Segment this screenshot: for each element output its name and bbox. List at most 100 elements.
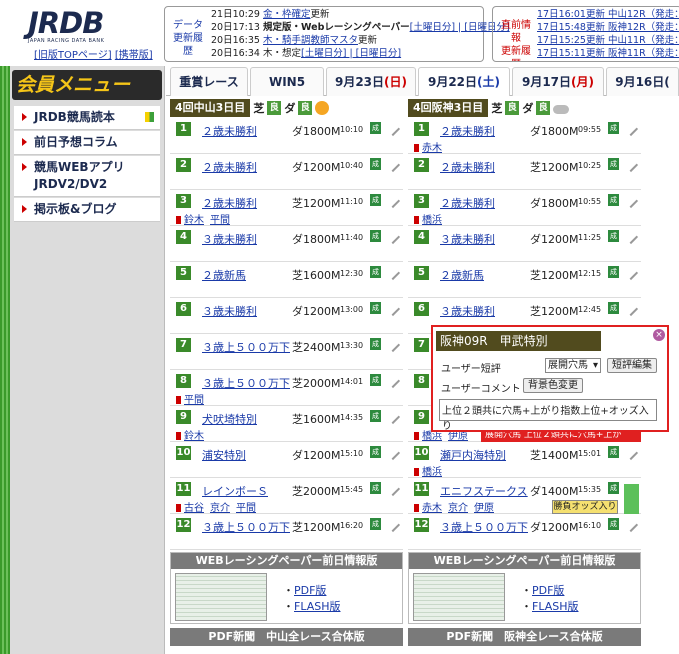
pencil-icon[interactable] bbox=[385, 229, 401, 245]
seiseki-icon[interactable]: 成 bbox=[370, 230, 381, 242]
seiseki-icon[interactable]: 成 bbox=[608, 194, 619, 206]
jockey-link[interactable]: 平間 bbox=[184, 395, 204, 406]
jockey-link[interactable]: 古谷 bbox=[184, 503, 204, 514]
pencil-icon[interactable] bbox=[385, 121, 401, 137]
tab-sep17[interactable]: 9月17日(月) bbox=[512, 67, 604, 96]
race-name-link[interactable]: ３歳未勝利 bbox=[440, 231, 495, 247]
seiseki-icon[interactable]: 成 bbox=[370, 518, 381, 530]
seiseki-icon[interactable]: 成 bbox=[608, 266, 619, 278]
tab-sep23[interactable]: 9月23日(日) bbox=[326, 67, 416, 96]
seiseki-icon[interactable]: 成 bbox=[608, 158, 619, 170]
race-name-link[interactable]: ３歳未勝利 bbox=[440, 303, 495, 319]
pencil-icon[interactable] bbox=[385, 517, 401, 533]
race-number-badge[interactable]: 10 bbox=[176, 446, 191, 460]
sidebar-item-webapp[interactable]: 競馬WEBアプリ JRDV2/DV2 bbox=[14, 156, 160, 197]
seiseki-icon[interactable]: 成 bbox=[608, 446, 619, 458]
bg-color-button[interactable]: 背景色変更 bbox=[523, 378, 583, 393]
pencil-icon[interactable] bbox=[623, 193, 639, 209]
latest-info-item[interactable]: 17日15:25更新 中山11R（発走：15 bbox=[537, 34, 679, 47]
race-number-badge[interactable]: 1 bbox=[176, 122, 191, 136]
race-name-link[interactable]: レインボーＳ bbox=[202, 483, 268, 499]
venue-name[interactable]: 4回中山3日目 bbox=[170, 99, 251, 117]
race-number-badge[interactable]: 10 bbox=[414, 446, 429, 460]
sidebar-item-board[interactable]: 掲示板&ブログ bbox=[14, 198, 160, 222]
flash-link[interactable]: FLASH版 bbox=[294, 600, 341, 613]
race-number-badge[interactable]: 11 bbox=[414, 482, 429, 496]
jockey-link[interactable]: 伊原 bbox=[448, 431, 468, 442]
race-number-badge[interactable]: 7 bbox=[414, 338, 429, 352]
race-name-link[interactable]: 浦安特別 bbox=[202, 447, 246, 463]
flash-link[interactable]: FLASH版 bbox=[532, 600, 579, 613]
race-number-badge[interactable]: 8 bbox=[414, 374, 429, 388]
seiseki-icon[interactable]: 成 bbox=[608, 302, 619, 314]
seiseki-icon[interactable]: 成 bbox=[370, 158, 381, 170]
race-name-link[interactable]: ２歳未勝利 bbox=[440, 195, 495, 211]
seiseki-icon[interactable]: 成 bbox=[370, 482, 381, 494]
jockey-link[interactable]: 鈴木 bbox=[184, 215, 204, 226]
pencil-icon[interactable] bbox=[623, 265, 639, 281]
jockey-link[interactable]: 鈴木 bbox=[184, 431, 204, 442]
tab-graded-races[interactable]: 重賞レース bbox=[170, 67, 248, 96]
race-name-link[interactable]: ３歳上５００万下 bbox=[202, 339, 290, 355]
pencil-icon[interactable] bbox=[623, 517, 639, 533]
race-name-link[interactable]: ３歳上５００万下 bbox=[202, 375, 290, 391]
jockey-link[interactable]: 平間 bbox=[210, 215, 230, 226]
seiseki-icon[interactable]: 成 bbox=[370, 338, 381, 350]
jrdb-logo[interactable]: JRDB JAPAN RACING DATA BANK bbox=[28, 8, 146, 44]
pencil-icon[interactable] bbox=[623, 445, 639, 461]
seiseki-icon[interactable]: 成 bbox=[608, 122, 619, 134]
tab-sep22[interactable]: 9月22日(土) bbox=[418, 67, 510, 96]
pencil-icon[interactable] bbox=[623, 157, 639, 173]
pencil-icon[interactable] bbox=[385, 301, 401, 317]
close-icon[interactable]: × bbox=[653, 329, 665, 341]
race-name-link[interactable]: ２歳未勝利 bbox=[440, 123, 495, 139]
race-number-badge[interactable]: 7 bbox=[176, 338, 191, 352]
race-number-badge[interactable]: 1 bbox=[414, 122, 429, 136]
seiseki-icon[interactable]: 成 bbox=[370, 194, 381, 206]
latest-info-item[interactable]: 17日15:48更新 阪神12R（発走：16 bbox=[537, 21, 679, 34]
race-number-badge[interactable]: 3 bbox=[176, 194, 191, 208]
update-link[interactable]: 金・枠確定 bbox=[263, 9, 311, 20]
jockey-link[interactable]: 平間 bbox=[236, 503, 256, 514]
race-number-badge[interactable]: 12 bbox=[414, 518, 429, 532]
old-top-link[interactable]: [旧版TOPページ] bbox=[34, 50, 112, 61]
pdf-combined-bar-nakayama[interactable]: PDF新聞 中山全レース合体版 bbox=[170, 628, 403, 646]
race-name-link[interactable]: ３歳上５００万下 bbox=[202, 519, 290, 535]
pencil-icon[interactable] bbox=[385, 409, 401, 425]
tab-win5[interactable]: WIN5 bbox=[250, 67, 324, 96]
venue-name[interactable]: 4回阪神3日目 bbox=[408, 99, 489, 117]
pencil-icon[interactable] bbox=[623, 301, 639, 317]
pencil-icon[interactable] bbox=[385, 445, 401, 461]
race-name-link[interactable]: ３歳未勝利 bbox=[202, 231, 257, 247]
race-name-link[interactable]: ２歳未勝利 bbox=[202, 123, 257, 139]
race-name-link[interactable]: エニフステークス bbox=[440, 483, 528, 499]
race-number-badge[interactable]: 6 bbox=[176, 302, 191, 316]
jockey-link[interactable]: 赤木 bbox=[422, 503, 442, 514]
race-number-badge[interactable]: 6 bbox=[414, 302, 429, 316]
race-number-badge[interactable]: 4 bbox=[176, 230, 191, 244]
race-number-badge[interactable]: 11 bbox=[176, 482, 191, 496]
race-number-badge[interactable]: 3 bbox=[414, 194, 429, 208]
seiseki-icon[interactable]: 成 bbox=[370, 374, 381, 386]
webpaper-thumbnail[interactable] bbox=[413, 573, 505, 621]
comment-textarea[interactable]: 上位２頭共に穴馬+上がり指数上位+オッズ入り bbox=[439, 399, 657, 432]
race-number-badge[interactable]: 8 bbox=[176, 374, 191, 388]
latest-info-item[interactable]: 17日15:11更新 阪神11R（発走：15 bbox=[537, 47, 679, 60]
jockey-link[interactable]: 赤木 bbox=[422, 143, 442, 154]
edit-review-button[interactable]: 短評編集 bbox=[607, 358, 657, 373]
update-links[interactable]: [土曜日分] | [日曜日分] bbox=[301, 48, 401, 59]
sidebar-item-column[interactable]: 前日予想コラム bbox=[14, 131, 160, 155]
race-number-badge[interactable]: 9 bbox=[414, 410, 429, 424]
seiseki-icon[interactable]: 成 bbox=[370, 446, 381, 458]
jockey-link[interactable]: 橋浜 bbox=[422, 467, 442, 478]
pencil-icon[interactable] bbox=[385, 481, 401, 497]
tab-sep16[interactable]: 9月16日( bbox=[606, 67, 679, 96]
seiseki-icon[interactable]: 成 bbox=[608, 230, 619, 242]
race-number-badge[interactable]: 12 bbox=[176, 518, 191, 532]
seiseki-icon[interactable]: 成 bbox=[370, 410, 381, 422]
pencil-icon[interactable] bbox=[385, 193, 401, 209]
race-number-badge[interactable]: 2 bbox=[176, 158, 191, 172]
race-name-link[interactable]: ２歳新馬 bbox=[202, 267, 246, 283]
seiseki-icon[interactable]: 成 bbox=[608, 518, 619, 530]
pen-edit-icon[interactable] bbox=[624, 484, 639, 514]
